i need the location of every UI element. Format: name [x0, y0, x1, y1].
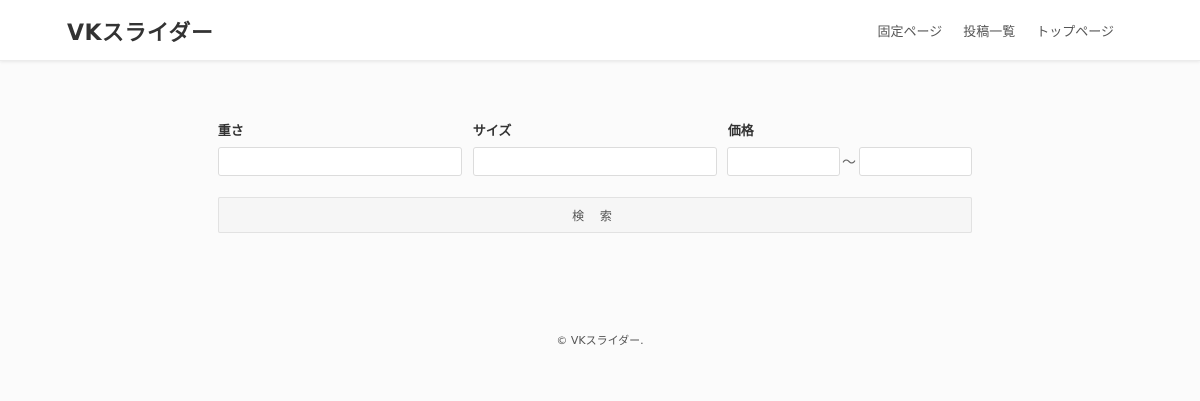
global-nav: 固定ページ 投稿一覧 トップページ: [877, 21, 1114, 40]
nav-item-fixed-page[interactable]: 固定ページ: [877, 21, 942, 40]
weight-input[interactable]: [218, 147, 462, 176]
size-input[interactable]: [473, 147, 717, 176]
weight-label: 重さ: [218, 124, 245, 139]
price-min-input[interactable]: [727, 147, 840, 176]
site-footer: © VKスライダー.: [0, 332, 1200, 348]
price-range-separator: ～: [842, 155, 856, 171]
nav-item-top-page[interactable]: トップページ: [1036, 21, 1114, 40]
site-header: VKスライダー 固定ページ 投稿一覧 トップページ: [0, 0, 1200, 61]
price-label: 価格: [728, 124, 755, 139]
site-title-link[interactable]: VKスライダー: [67, 15, 214, 47]
search-button[interactable]: 検 索: [218, 197, 972, 233]
size-label: サイズ: [473, 124, 512, 139]
nav-item-post-list[interactable]: 投稿一覧: [963, 21, 1015, 40]
price-max-input[interactable]: [859, 147, 972, 176]
copyright-text: © VKスライダー.: [556, 334, 644, 347]
